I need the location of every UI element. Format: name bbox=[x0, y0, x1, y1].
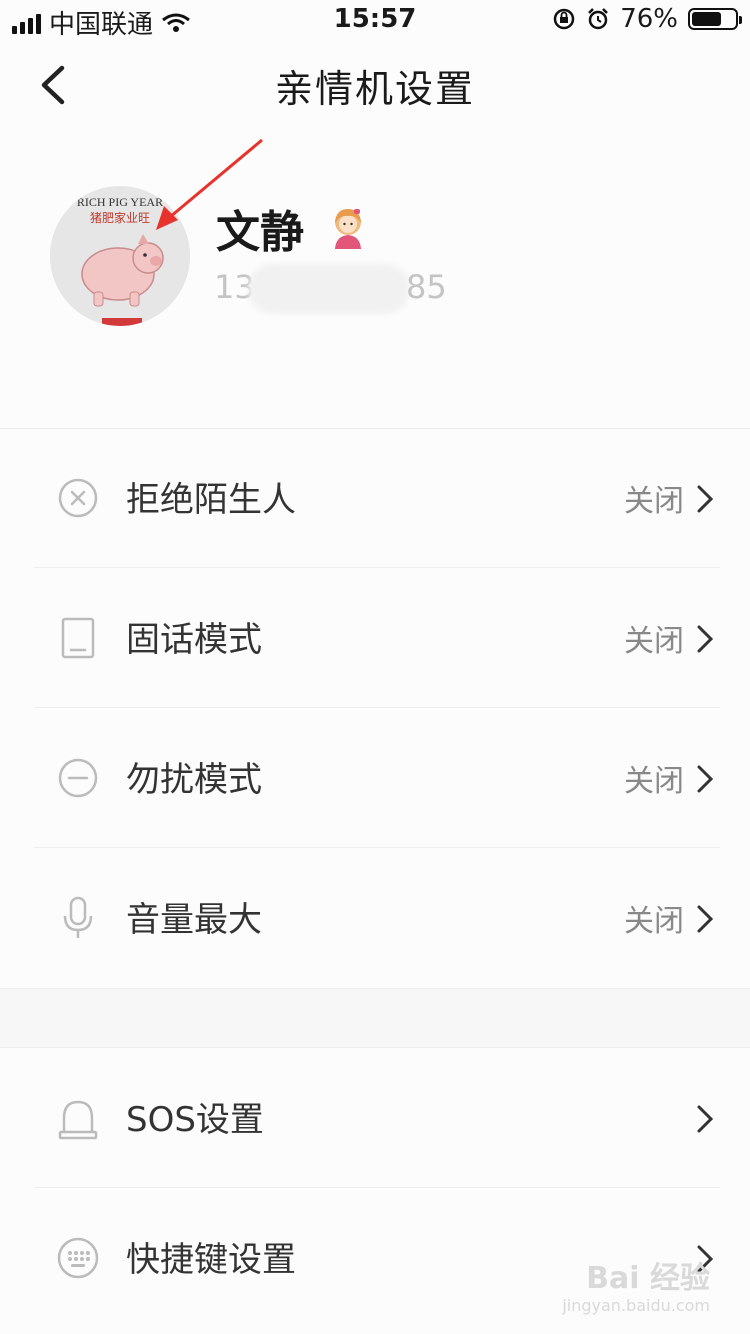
phone-end: 85 bbox=[406, 268, 447, 306]
girl-avatar-icon bbox=[335, 209, 361, 249]
chevron-right-icon bbox=[697, 485, 714, 513]
setting-value: 关闭 bbox=[624, 484, 684, 519]
baidu-jingyan-watermark: Bai 经验 jingyan.baidu.com bbox=[562, 1261, 710, 1315]
profile-section: RICH PIG YEAR 猪肥家业旺 文静 13 85 bbox=[0, 128, 750, 428]
contact-name: 文静 bbox=[216, 207, 304, 258]
section-gap bbox=[0, 988, 750, 1048]
setting-landline-mode[interactable]: 固话模式 关闭 bbox=[0, 568, 750, 708]
setting-label: 勿扰模式 bbox=[126, 760, 262, 800]
setting-value: 关闭 bbox=[624, 764, 684, 799]
setting-label: 快捷键设置 bbox=[126, 1240, 296, 1280]
x-circle-icon bbox=[58, 478, 98, 518]
setting-value: 关闭 bbox=[624, 904, 684, 939]
nav-bar: 亲情机设置 bbox=[0, 40, 750, 128]
setting-value: 关闭 bbox=[624, 624, 684, 659]
chevron-right-icon bbox=[697, 765, 714, 793]
status-right: 76% bbox=[552, 4, 742, 34]
battery-percent: 76% bbox=[620, 4, 678, 34]
setting-label: SOS设置 bbox=[126, 1100, 264, 1140]
setting-reject-strangers[interactable]: 拒绝陌生人 关闭 bbox=[0, 428, 750, 568]
svg-text:猪肥家业旺: 猪肥家业旺 bbox=[90, 210, 150, 225]
setting-do-not-disturb[interactable]: 勿扰模式 关闭 bbox=[0, 708, 750, 848]
setting-label: 固话模式 bbox=[126, 620, 262, 660]
minus-circle-icon bbox=[58, 758, 98, 798]
setting-max-volume[interactable]: 音量最大 关闭 bbox=[0, 848, 750, 988]
rotation-lock-icon bbox=[553, 8, 575, 30]
page-title: 亲情机设置 bbox=[274, 67, 475, 111]
phone-handset-icon bbox=[61, 617, 95, 659]
battery-icon bbox=[688, 8, 742, 30]
microphone-icon bbox=[63, 896, 93, 938]
phone-redaction bbox=[248, 264, 410, 314]
alarm-icon bbox=[588, 8, 609, 30]
setting-label: 拒绝陌生人 bbox=[126, 480, 296, 520]
setting-label: 音量最大 bbox=[126, 900, 262, 940]
chevron-right-icon bbox=[697, 905, 714, 933]
name-row: 文静 bbox=[216, 196, 368, 260]
phone-number: 13 85 bbox=[214, 264, 454, 314]
chevron-right-icon bbox=[697, 625, 714, 653]
keypad-icon bbox=[57, 1237, 99, 1279]
setting-sos[interactable]: SOS设置 bbox=[0, 1048, 750, 1188]
chevron-right-icon bbox=[697, 1105, 714, 1133]
siren-icon bbox=[58, 1100, 98, 1140]
status-bar: 中国联通 15:57 76% bbox=[0, 0, 750, 40]
